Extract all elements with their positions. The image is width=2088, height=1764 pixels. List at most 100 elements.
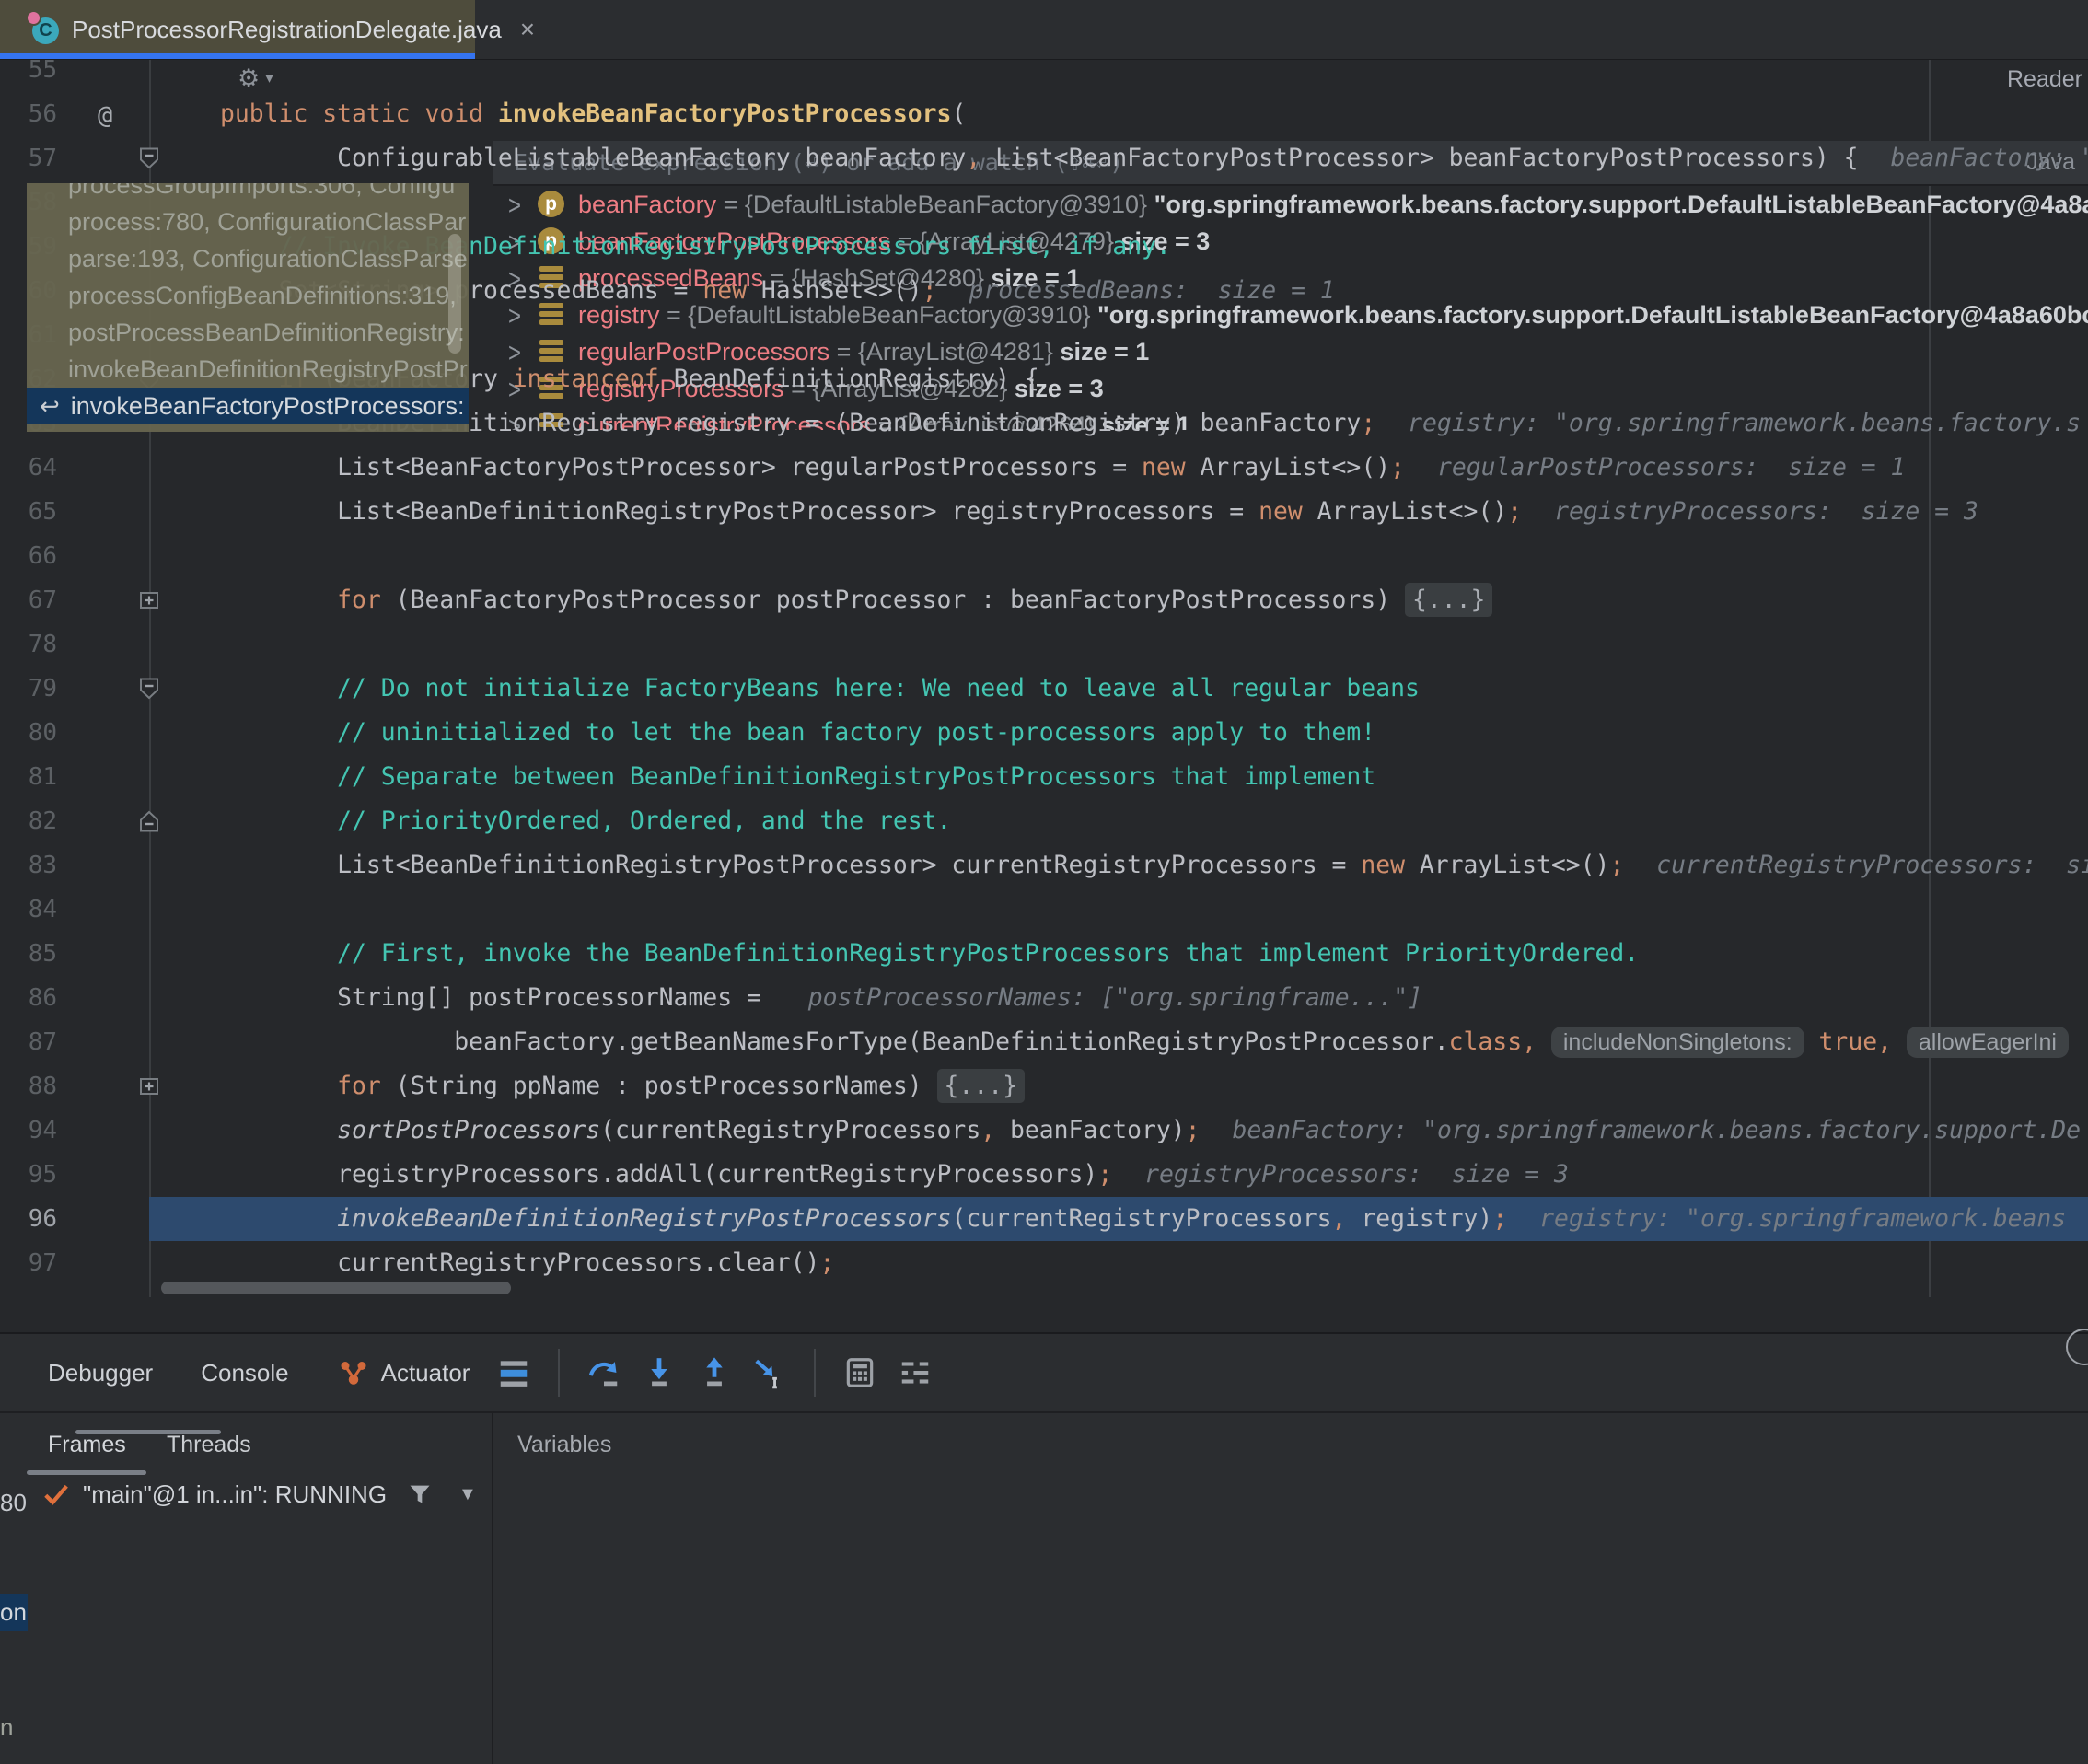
tab-actuator[interactable]: Actuator (337, 1356, 470, 1389)
code-line-79[interactable]: 79 // Do not initialize FactoryBeans her… (0, 667, 2088, 711)
filter-funnel-icon[interactable] (407, 1481, 433, 1507)
code-text[interactable]: List<BeanDefinitionRegistryPostProcessor… (220, 490, 1978, 534)
code-line-82[interactable]: 82 // PriorityOrdered, Ordered, and the … (0, 799, 2088, 843)
line-number: 84 (0, 888, 57, 932)
step-out-icon[interactable] (694, 1352, 735, 1393)
code-line-56[interactable]: 56@public static void invokeBeanFactoryP… (0, 92, 2088, 136)
tab-console[interactable]: Console (201, 1359, 288, 1387)
debug-panel-headers: Frames Threads Variables (0, 1411, 2088, 1477)
code-text[interactable]: // First, invoke the BeanDefinitionRegis… (220, 932, 1639, 976)
horizontal-scrollbar-thumb[interactable] (161, 1282, 511, 1294)
code-text[interactable]: registryProcessors.addAll(currentRegistr… (220, 1153, 1569, 1197)
frame-row[interactable]: parse:193, ConfigurationClassParse (27, 240, 469, 277)
pane-splitter[interactable] (492, 1411, 493, 1764)
code-vision-gear-icon[interactable]: ⚙▾ (238, 64, 273, 93)
code-line-85[interactable]: 85 // First, invoke the BeanDefinitionRe… (0, 932, 2088, 976)
code-line-78[interactable]: 78 (0, 622, 2088, 667)
frames-scrollbar-thumb[interactable] (448, 234, 461, 354)
panel-options-icon[interactable] (2066, 1329, 2088, 1365)
step-into-icon[interactable] (639, 1352, 679, 1393)
code-token: List<BeanFactoryPostProcessor> regularPo… (337, 453, 1142, 482)
code-token: ; (819, 1248, 834, 1277)
code-line-67[interactable]: 67 for (BeanFactoryPostProcessor postPro… (0, 578, 2088, 622)
chevron-down-icon: ▾ (265, 69, 273, 87)
code-text[interactable]: // Separate between BeanDefinitionRegist… (220, 755, 1375, 799)
tab-postprocessorregistrationdelegate[interactable]: C PostProcessorRegistrationDelegate.java… (0, 0, 475, 59)
thread-selector[interactable]: "main"@1 in...in": RUNNING ▼ (0, 1473, 492, 1515)
code-line-86[interactable]: 86 String[] postProcessorNames = postPro… (0, 976, 2088, 1020)
annotation-gutter-icon: @ (136, 101, 162, 127)
code-text[interactable]: public static void invokeBeanFactoryPost… (220, 92, 966, 136)
code-text[interactable]: beanFactory.getBeanNamesForType(BeanDefi… (220, 1020, 2069, 1064)
expand-chevron-icon[interactable]: > (508, 186, 536, 223)
code-line-96[interactable]: 96 invokeBeanDefinitionRegistryPostProce… (0, 1197, 2088, 1241)
tab-frames[interactable]: Frames (48, 1413, 126, 1477)
fold-plus-gutter-icon[interactable] (136, 587, 162, 613)
code-token: ( (951, 99, 966, 128)
tab-threads[interactable]: Threads (167, 1413, 251, 1477)
variable-row-beanFactory[interactable]: >pbeanFactory = {DefaultListableBeanFact… (493, 186, 2088, 223)
fold-down-gutter-icon[interactable] (136, 145, 162, 171)
code-text[interactable]: List<BeanDefinitionRegistryPostProcessor… (220, 843, 2088, 888)
layout-settings-icon[interactable] (895, 1352, 935, 1393)
code-token: public static void (220, 99, 498, 128)
folded-block-chip[interactable]: {...} (1405, 583, 1492, 617)
code-line-95[interactable]: 95 registryProcessors.addAll(currentRegi… (0, 1153, 2088, 1197)
code-token: // Separate between BeanDefinitionRegist… (337, 762, 1375, 791)
frames-list: processGroupImports:306, Configuprocess:… (27, 183, 469, 432)
code-text[interactable]: BeanDefinitionRegistry registry = (BeanD… (220, 401, 2081, 446)
code-line-66[interactable]: 66 (0, 534, 2088, 578)
chevron-down-icon[interactable]: ▼ (458, 1484, 477, 1505)
code-token: String[] postProcessorNames = (337, 983, 776, 1012)
code-text[interactable]: // Do not initialize FactoryBeans here: … (220, 667, 1420, 711)
code-line-65[interactable]: 65 List<BeanDefinitionRegistryPostProces… (0, 490, 2088, 534)
code-text[interactable]: // uninitialized to let the bean factory… (220, 711, 1375, 755)
code-line-57[interactable]: 57 ConfigurableListableBeanFactory beanF… (0, 136, 2088, 180)
code-line-81[interactable]: 81 // Separate between BeanDefinitionReg… (0, 755, 2088, 799)
code-text[interactable]: sortPostProcessors(currentRegistryProces… (220, 1108, 2081, 1153)
frame-row[interactable]: invokeBeanFactoryPostProcessors: (27, 424, 469, 432)
code-line-94[interactable]: 94 sortPostProcessors(currentRegistryPro… (0, 1108, 2088, 1153)
step-over-icon[interactable] (584, 1352, 624, 1393)
code-line-97[interactable]: 97 currentRegistryProcessors.clear(); (0, 1241, 2088, 1285)
tab-close-icon[interactable]: × (520, 15, 535, 44)
code-text[interactable]: List<BeanFactoryPostProcessor> regularPo… (220, 446, 1905, 490)
frame-row[interactable]: postProcessBeanDefinitionRegistry: (27, 314, 469, 351)
run-to-cursor-icon[interactable] (749, 1352, 790, 1393)
code-token: instanceof (513, 365, 659, 393)
debugger-inline-hint: regularPostProcessors: size = 1 (1437, 453, 1905, 482)
code-token: registry) (1346, 1204, 1492, 1233)
code-line-87[interactable]: 87 beanFactory.getBeanNamesForType(BeanD… (0, 1020, 2088, 1064)
inlay-parameter-hint: includeNonSingletons: (1551, 1027, 1804, 1058)
frame-row[interactable]: process:780, ConfigurationClassPar (27, 203, 469, 240)
frame-row-selected[interactable]: ↩invokeBeanFactoryPostProcessors: (27, 388, 469, 424)
code-token: currentRegistryProcessors.clear() (337, 1248, 819, 1277)
evaluate-expression-icon[interactable] (840, 1352, 880, 1393)
frame-row[interactable]: processGroupImports:306, Configu (27, 183, 469, 203)
line-number: 96 (0, 1197, 57, 1241)
tab-debugger[interactable]: Debugger (48, 1359, 153, 1387)
code-text[interactable]: String[] postProcessorNames = postProces… (220, 976, 1422, 1020)
code-line-88[interactable]: 88 for (String ppName : postProcessorNam… (0, 1064, 2088, 1108)
execution-stack-icon[interactable] (493, 1352, 534, 1393)
code-line-84[interactable]: 84 (0, 888, 2088, 932)
reader-mode-toggle[interactable]: Reader (2007, 59, 2082, 99)
code-text[interactable]: ConfigurableListableBeanFactory beanFact… (220, 136, 2088, 180)
code-text[interactable]: invokeBeanDefinitionRegistryPostProcesso… (220, 1197, 2066, 1241)
code-line-80[interactable]: 80 // uninitialized to let the bean fact… (0, 711, 2088, 755)
frame-row[interactable]: invokeBeanDefinitionRegistryPostPr (27, 351, 469, 388)
code-token: (currentRegistryProcessors (951, 1204, 1331, 1233)
fold-up-gutter-icon[interactable] (136, 808, 162, 834)
code-line-64[interactable]: 64 List<BeanFactoryPostProcessor> regula… (0, 446, 2088, 490)
code-text[interactable]: for (String ppName : postProcessorNames)… (220, 1064, 1025, 1108)
code-token: for (337, 1072, 381, 1100)
fold-plus-gutter-icon[interactable] (136, 1073, 162, 1099)
code-line-83[interactable]: 83 List<BeanDefinitionRegistryPostProces… (0, 843, 2088, 888)
code-text[interactable]: currentRegistryProcessors.clear(); (220, 1241, 834, 1285)
folded-block-chip[interactable]: {...} (937, 1069, 1025, 1103)
frame-row[interactable]: processConfigBeanDefinitions:319, (27, 277, 469, 314)
fold-down-gutter-icon[interactable] (136, 676, 162, 702)
code-text[interactable]: // PriorityOrdered, Ordered, and the res… (220, 799, 951, 843)
code-text[interactable]: for (BeanFactoryPostProcessor postProces… (220, 578, 1492, 622)
code-token: List<BeanDefinitionRegistryPostProcessor… (337, 497, 1259, 526)
